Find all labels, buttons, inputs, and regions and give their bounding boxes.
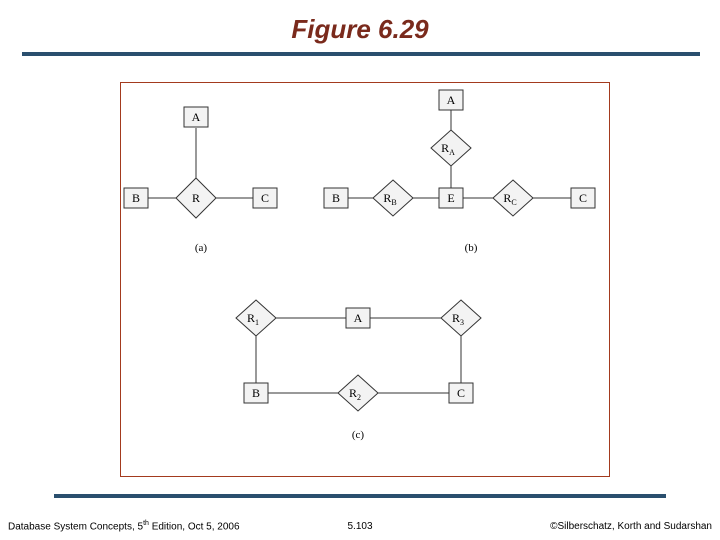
entity-A-label-b: A (447, 93, 456, 107)
figure-svg: A B C R (a) A R A B (121, 83, 609, 476)
caption-b: (b) (465, 242, 478, 254)
entity-E-label-b: E (447, 191, 454, 205)
caption-c: (c) (352, 429, 365, 441)
diagram-c: R1 A R3 B R2 C (c) (236, 300, 481, 441)
diagram-b: A RA B RB E RC C (b) (324, 90, 595, 254)
slide-title: Figure 6.29 (0, 0, 720, 49)
entity-A-label-c: A (354, 311, 363, 325)
entity-b-label: B (132, 191, 140, 205)
caption-a: (a) (195, 242, 208, 254)
entity-B-label-c: B (252, 386, 260, 400)
diagram-a: A B C R (a) (124, 107, 277, 254)
entity-C-label-c: C (457, 386, 465, 400)
divider-top (22, 52, 700, 56)
entity-B-label-b: B (332, 191, 340, 205)
footer-right: ©Silberschatz, Korth and Sudarshan (550, 521, 712, 532)
figure-frame: A B C R (a) A R A B (120, 82, 610, 477)
entity-C-label-b: C (579, 191, 587, 205)
entity-c-label: C (261, 191, 269, 205)
divider-bottom (54, 494, 666, 498)
relationship-r-label: R (192, 191, 200, 205)
entity-a-label: A (192, 110, 201, 124)
